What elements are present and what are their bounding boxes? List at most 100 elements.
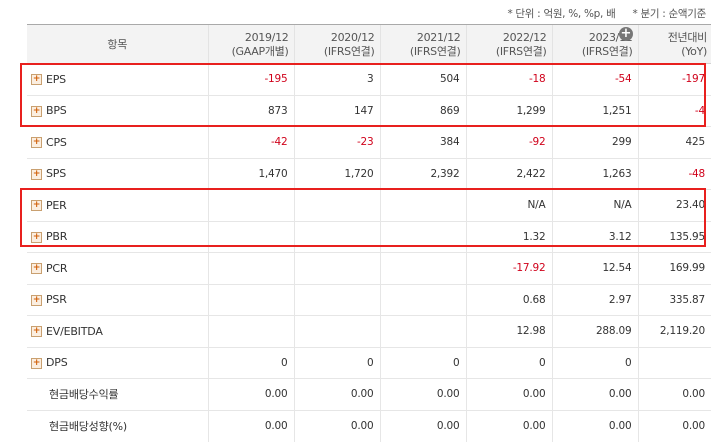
expand-plus-icon[interactable]: + [31,357,42,369]
col-basis: (GAAP개별) [231,45,289,58]
value-cell: 2,119.20 [637,315,711,347]
value-cell: 0.68 [465,283,552,316]
expand-plus-icon[interactable]: + [31,168,42,180]
table-row: + EPS -195 3 504 -18 -54 -197 [27,63,711,95]
col-header: 2020/12 (IFRS연결) [293,24,380,64]
col-basis: (IFRS연결) [495,45,547,58]
row-label-cell[interactable]: + EPS [27,63,208,95]
cell-value: 1,263 [602,167,632,180]
row-label-cell[interactable]: + CPS [27,126,208,158]
table-row: + PER N/A N/A 23.40 [27,189,711,221]
cell-value: 0.00 [350,388,374,401]
col-basis: (YoY) [681,45,707,58]
row-label-cell: 현금배당수익률 [27,378,208,410]
value-cell: 23.40 [637,189,711,221]
cell-value: 873 [268,104,288,117]
row-label: EPS [46,72,66,86]
value-cell: 299 [551,126,638,158]
value-cell: 0.00 [551,409,638,442]
cell-value: 0.00 [264,420,288,432]
col-year: 2020/12 [330,31,375,44]
value-cell: 335.87 [637,283,711,316]
table-row: + DPS 0 0 0 0 0 [27,346,711,379]
value-cell: 2.97 [551,283,638,316]
table-body: + EPS -195 3 504 -18 -54 -197 + BPS 873 147 869 1,299… [27,63,711,442]
value-cell: 0 [551,346,638,379]
value-cell: 425 [637,126,711,158]
value-cell: -42 [207,126,294,158]
row-label-cell[interactable]: + SPS [27,157,208,190]
add-column-icon[interactable]: + [619,27,633,41]
row-label-cell[interactable]: + DPS [27,346,208,379]
cell-value: N/A [613,199,632,212]
value-cell: 147 [293,94,380,127]
cell-value: -4 [694,104,705,117]
value-cell [207,220,294,253]
row-label: EV/EBITDA [46,324,103,338]
row-label: CPS [46,135,67,149]
cell-value: 384 [440,136,460,149]
row-label-cell[interactable]: + PCR [27,252,208,284]
cell-value: 1,720 [344,167,374,180]
row-label: PER [46,198,67,212]
cell-value: 3 [367,73,374,86]
expand-plus-icon[interactable]: + [31,294,42,306]
row-label-cell[interactable]: + PSR [27,283,208,316]
notes: * 단위 : 억원, %, %p, 배 * 분기 : 순액기준 [493,6,706,20]
value-cell: 135.95 [637,220,711,253]
row-label-cell[interactable]: + BPS [27,94,208,127]
row-label-cell[interactable]: + PER [27,189,208,221]
value-cell: N/A [551,189,638,221]
cell-value: 169.99 [669,262,705,275]
value-cell: 1,251 [551,94,638,127]
value-cell: 12.98 [465,315,552,347]
cell-value: 3.12 [608,230,632,243]
value-cell: 169.99 [637,252,711,284]
value-cell: -92 [465,126,552,158]
cell-value: 1,251 [602,104,632,117]
value-cell: 12.54 [551,252,638,284]
cell-value: 12.98 [516,325,546,338]
basis-note: * 분기 : 순액기준 [632,8,707,20]
value-cell: 0 [293,346,380,379]
value-cell: 0.00 [465,409,552,442]
value-cell: 0 [465,346,552,379]
value-cell: 0.00 [379,409,466,442]
cell-value: 0.00 [264,388,288,401]
table-row: + PBR 1.32 3.12 135.95 [27,220,711,253]
table-row: + SPS 1,470 1,720 2,392 2,422 1,263 -48 [27,157,711,190]
value-cell [293,252,380,284]
row-label: SPS [46,167,66,181]
table-row: + PCR -17.92 12.54 169.99 [27,252,711,284]
expand-plus-icon[interactable]: + [31,231,42,243]
row-label: 현금배당수익률 [49,388,119,402]
value-cell: 0.00 [379,378,466,410]
cell-value: -17.92 [512,262,546,275]
cell-value: 1.32 [522,230,546,243]
value-cell: -4 [637,94,711,127]
row-label-cell[interactable]: + PBR [27,220,208,253]
value-cell [379,252,466,284]
cell-value: 504 [440,73,460,86]
value-cell: 504 [379,63,466,95]
value-cell [379,220,466,253]
cell-value: 425 [685,136,706,149]
cell-value: N/A [527,199,546,212]
cell-value: 288.09 [595,325,632,338]
value-cell [379,283,466,316]
cell-value: 335.87 [669,293,705,306]
expand-plus-icon[interactable]: + [31,326,42,338]
value-cell: N/A [465,189,552,221]
expand-plus-icon[interactable]: + [31,105,42,117]
value-cell: 0.00 [465,378,552,410]
cell-value: -54 [614,73,632,86]
expand-plus-icon[interactable]: + [31,263,42,275]
value-cell: 0.00 [293,409,380,442]
row-label-cell[interactable]: + EV/EBITDA [27,315,208,347]
expand-plus-icon[interactable]: + [31,137,42,149]
cell-value: 147 [354,104,374,117]
expand-plus-icon[interactable]: + [31,200,42,212]
expand-plus-icon[interactable]: + [31,74,42,86]
col-header: 2019/12 (GAAP개별) [207,24,294,64]
col-basis: (IFRS연결) [323,45,375,58]
